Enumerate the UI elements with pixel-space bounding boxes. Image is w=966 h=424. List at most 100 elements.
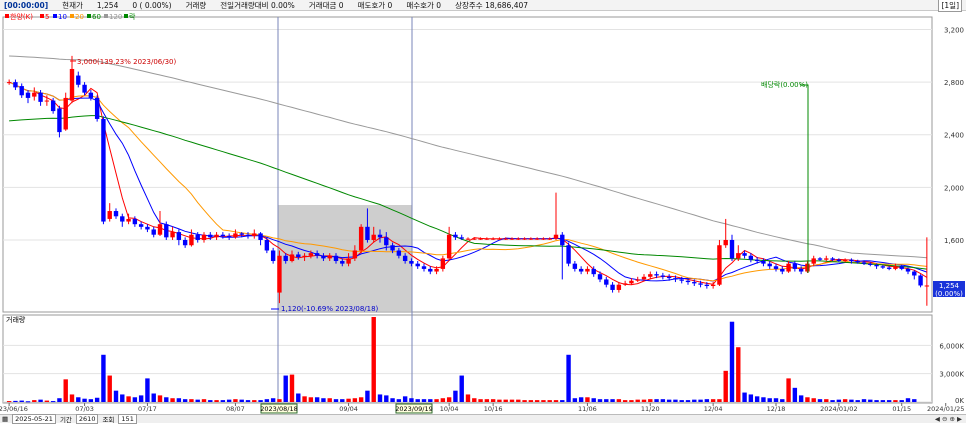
candle-body[interactable]: [226, 236, 232, 238]
candle-body[interactable]: [560, 234, 565, 246]
volume-bar[interactable]: [164, 397, 169, 402]
volume-bar[interactable]: [195, 399, 200, 402]
candlestick-chart[interactable]: 한양(K) 5 10 20 60 120 락 거래량 3,000(139.23%…: [0, 11, 966, 414]
volume-bar[interactable]: [849, 399, 854, 402]
candle-body[interactable]: [421, 266, 427, 269]
volume-bar[interactable]: [314, 397, 320, 402]
volume-bar[interactable]: [692, 399, 697, 402]
candle-body[interactable]: [365, 226, 370, 240]
candle-body[interactable]: [566, 245, 571, 264]
candle-body[interactable]: [654, 274, 659, 276]
volume-bar[interactable]: [88, 399, 94, 402]
volume-bar[interactable]: [402, 396, 408, 402]
volume-bar[interactable]: [736, 347, 741, 402]
volume-bar[interactable]: [654, 399, 659, 402]
candle-body[interactable]: [157, 224, 163, 235]
candle-body[interactable]: [585, 268, 590, 272]
volume-bar[interactable]: [459, 375, 464, 402]
volume-bar[interactable]: [82, 398, 87, 402]
candle-body[interactable]: [107, 211, 112, 219]
volume-bar[interactable]: [585, 397, 590, 402]
volume-bar[interactable]: [428, 399, 433, 402]
candle-body[interactable]: [893, 266, 898, 269]
volume-bar[interactable]: [308, 397, 314, 402]
volume-bar[interactable]: [767, 398, 772, 402]
volume-bar[interactable]: [824, 399, 829, 402]
volume-bar[interactable]: [245, 400, 251, 402]
volume-bar[interactable]: [283, 375, 288, 402]
candle-body[interactable]: [729, 239, 735, 259]
volume-bar[interactable]: [704, 399, 710, 402]
volume-bar[interactable]: [113, 390, 119, 402]
volume-bar[interactable]: [855, 400, 860, 402]
candle-body[interactable]: [38, 92, 43, 102]
volume-bar[interactable]: [264, 399, 270, 402]
candle-body[interactable]: [13, 82, 18, 88]
candle-body[interactable]: [641, 276, 647, 280]
candle-body[interactable]: [415, 263, 420, 267]
volume-bar[interactable]: [176, 398, 182, 402]
volume-bar[interactable]: [534, 400, 540, 402]
candle-body[interactable]: [88, 92, 94, 98]
volume-bar[interactable]: [641, 399, 647, 402]
volume-bar[interactable]: [780, 399, 785, 402]
candle-body[interactable]: [497, 238, 502, 240]
volume-bar[interactable]: [346, 398, 351, 402]
volume-bar[interactable]: [465, 394, 471, 402]
volume-bar[interactable]: [666, 399, 672, 402]
candle-body[interactable]: [748, 255, 754, 260]
volume-bar[interactable]: [805, 397, 810, 402]
volume-bar[interactable]: [754, 396, 760, 402]
candle-body[interactable]: [509, 238, 515, 240]
candle-body[interactable]: [82, 84, 87, 93]
candle-body[interactable]: [880, 266, 886, 268]
volume-bar[interactable]: [868, 399, 873, 402]
candle-body[interactable]: [283, 255, 288, 262]
candle-body[interactable]: [459, 237, 464, 239]
volume-bar[interactable]: [44, 400, 50, 402]
candle-body[interactable]: [742, 253, 747, 256]
candle-body[interactable]: [252, 233, 257, 237]
candle-body[interactable]: [50, 100, 56, 112]
volume-bar[interactable]: [252, 400, 257, 402]
volume-bar[interactable]: [761, 397, 766, 402]
candle-body[interactable]: [402, 255, 408, 262]
candle-body[interactable]: [899, 266, 904, 269]
candle-body[interactable]: [151, 229, 156, 235]
candle-body[interactable]: [126, 218, 131, 222]
candle-body[interactable]: [591, 268, 596, 275]
candle-body[interactable]: [377, 234, 383, 238]
volume-bar[interactable]: [503, 399, 508, 402]
candle-body[interactable]: [145, 226, 150, 230]
volume-bar[interactable]: [277, 399, 282, 402]
candle-body[interactable]: [208, 234, 213, 238]
candle-body[interactable]: [704, 284, 710, 287]
volume-bar[interactable]: [25, 401, 31, 403]
candle-body[interactable]: [673, 278, 678, 280]
volume-bar[interactable]: [622, 400, 628, 402]
candle-body[interactable]: [120, 216, 125, 222]
period-selector[interactable]: [1일]: [938, 0, 962, 12]
volume-bar[interactable]: [516, 399, 521, 402]
candle-body[interactable]: [214, 234, 219, 238]
volume-bar[interactable]: [220, 400, 226, 402]
volume-bar[interactable]: [107, 375, 112, 402]
volume-bar[interactable]: [6, 401, 12, 403]
candle-body[interactable]: [352, 250, 358, 259]
candle-body[interactable]: [321, 255, 326, 259]
volume-bar[interactable]: [610, 399, 615, 402]
volume-bar[interactable]: [208, 400, 213, 402]
volume-bar[interactable]: [434, 399, 439, 402]
candle-body[interactable]: [371, 234, 376, 240]
volume-bar[interactable]: [597, 399, 603, 402]
candle-body[interactable]: [201, 234, 207, 240]
volume-bar[interactable]: [302, 396, 307, 402]
volume-bar[interactable]: [748, 394, 754, 402]
candle-body[interactable]: [258, 233, 263, 240]
volume-bar[interactable]: [214, 400, 219, 402]
candle-body[interactable]: [723, 239, 728, 246]
candle-body[interactable]: [780, 268, 785, 272]
volume-bar[interactable]: [842, 399, 848, 402]
candle-body[interactable]: [308, 253, 314, 256]
volume-bar[interactable]: [57, 398, 62, 402]
